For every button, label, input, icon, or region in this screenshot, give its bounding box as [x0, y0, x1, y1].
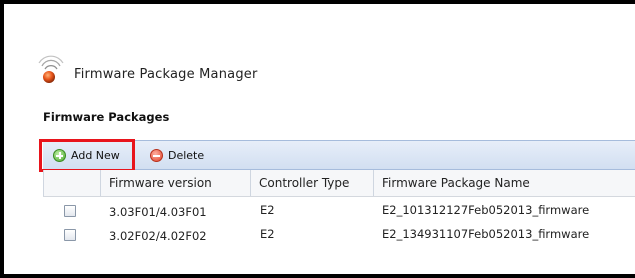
table-row[interactable]: 3.03F01/4.03F01 E2 E2_101312127Feb052013… — [43, 201, 635, 223]
firmware-version-cell: 3.03F01/4.03F01 — [109, 205, 207, 219]
delete-label: Delete — [168, 148, 205, 162]
grid-toolbar: Add New Delete — [43, 140, 635, 170]
package-name-cell: E2_134931107Feb052013_firmware — [382, 227, 590, 241]
column-header-firmware-version[interactable]: Firmware version — [100, 170, 250, 196]
row-checkbox[interactable] — [64, 205, 76, 217]
column-header-package-name[interactable]: Firmware Package Name — [373, 170, 635, 196]
row-select-cell — [43, 225, 100, 245]
column-header-select[interactable] — [43, 170, 100, 196]
app-logo-icon — [36, 54, 66, 84]
controller-type-cell: E2 — [260, 203, 275, 217]
delete-button[interactable]: Delete — [150, 141, 204, 169]
add-new-button[interactable]: Add New — [53, 141, 120, 169]
section-title: Firmware Packages — [43, 110, 170, 124]
package-name-cell: E2_101312127Feb052013_firmware — [382, 203, 590, 217]
firmware-version-cell: 3.02F02/4.02F02 — [109, 229, 207, 243]
column-header-controller-type[interactable]: Controller Type — [250, 170, 373, 196]
row-checkbox[interactable] — [64, 229, 76, 241]
delete-icon — [150, 148, 163, 162]
grid-header: Firmware version Controller Type Firmwar… — [43, 170, 635, 197]
content-area: Firmware Package Manager Firmware Packag… — [0, 0, 635, 245]
add-new-label: Add New — [71, 148, 120, 162]
page-title: Firmware Package Manager — [74, 67, 258, 82]
table-row[interactable]: 3.02F02/4.02F02 E2 E2_134931107Feb052013… — [43, 225, 635, 245]
add-icon — [53, 148, 66, 162]
row-select-cell — [43, 201, 100, 223]
controller-type-cell: E2 — [260, 227, 275, 241]
app-header: Firmware Package Manager — [36, 54, 258, 84]
